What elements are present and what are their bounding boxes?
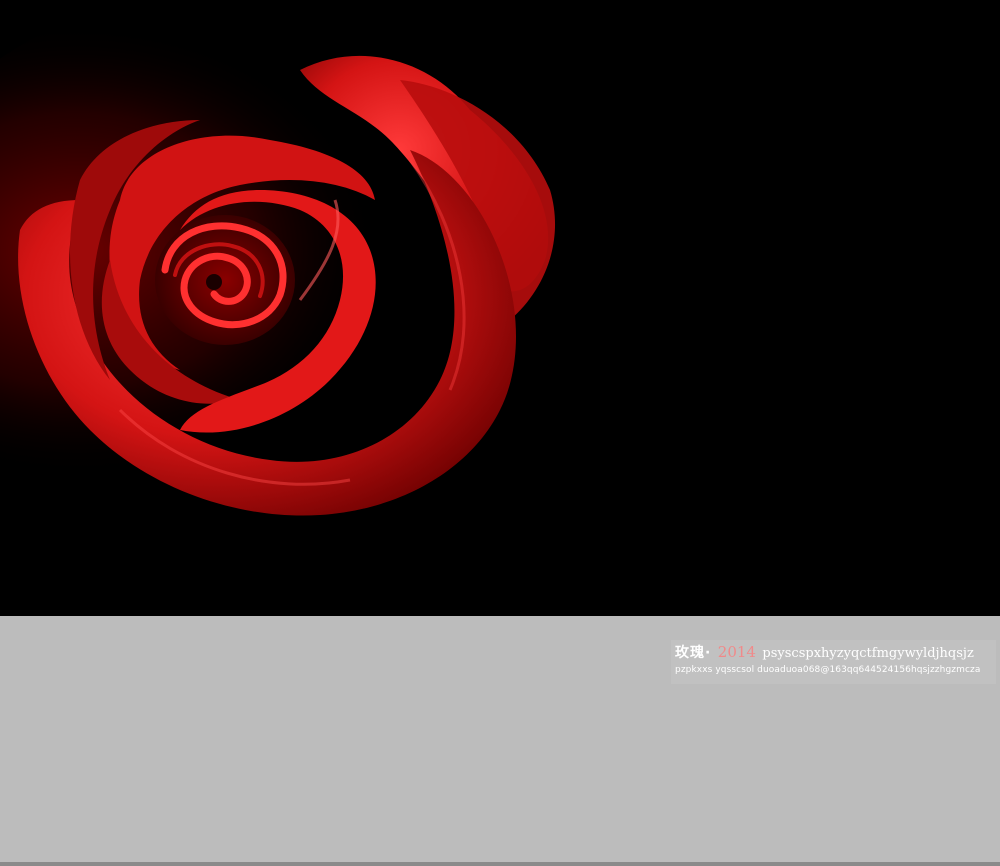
signature-year: 2014 bbox=[717, 643, 756, 661]
signature-line-2: pzpkxxs yqsscsol duoaduoa068@163qq644524… bbox=[675, 665, 981, 675]
signature-line-1: 玫瑰· 2014 psyscspxhyzyqctfmgywyldjhqsjz bbox=[675, 642, 992, 664]
signature-title: 玫瑰· bbox=[675, 645, 712, 661]
signature-text: psyscspxhyzyqctfmgywyldjhqsjz bbox=[762, 646, 974, 661]
rose-photo bbox=[0, 0, 1000, 616]
rose-icon bbox=[0, 0, 1000, 616]
signature-watermark: 玫瑰· 2014 psyscspxhyzyqctfmgywyldjhqsjz p… bbox=[671, 640, 996, 684]
bottom-border bbox=[0, 862, 1000, 866]
